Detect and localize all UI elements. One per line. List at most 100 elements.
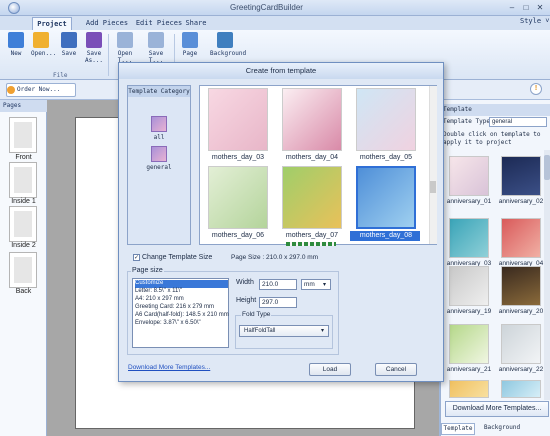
file-group-label: File [53,72,68,79]
template-scrollbar-thumb[interactable] [544,155,550,180]
save-disk-icon [61,32,77,48]
tab-share[interactable]: Share [182,17,210,30]
save-as-button[interactable]: Save As... [84,32,104,72]
page-icon [182,32,198,48]
page-size-list[interactable]: Customize Letter: 8.5\" x 11\" A4: 210 x… [132,278,229,348]
pages-header: Pages [0,100,47,112]
template-type-select[interactable]: general [489,117,547,127]
info-icon[interactable]: ! [530,83,542,95]
download-more-templates-button[interactable]: Download More Templates... [445,401,549,417]
maximize-button[interactable]: □ [519,2,533,13]
new-label: New [10,50,22,57]
template-thumbnail[interactable] [501,266,541,306]
template-label-selected: mothers_day_08 [359,232,413,239]
template-thumbnail[interactable] [501,156,541,196]
page-label-inside-1: Inside 1 [11,198,36,205]
width-label: Width [236,279,254,286]
order-now-button[interactable]: Order Now... [6,83,76,97]
template-grid-scrollbar-thumb[interactable] [430,181,436,193]
minimize-button[interactable]: – [505,2,519,13]
height-label: Height [236,297,257,304]
template-type-label: Template Type [443,118,490,125]
template-thumbnail[interactable] [449,156,489,196]
page-size-info: Page Size : 210.0 x 297.0 mm [231,254,319,261]
size-option-envelope[interactable]: Envelope: 3.87\" x 6.50\" [135,320,228,328]
category-all-label[interactable]: all [128,134,190,141]
size-option-a4[interactable]: A4: 210 x 297 mm [135,296,228,304]
template-label: mothers_day_05 [359,154,413,161]
template-thumbnail-mothers-day-04[interactable] [282,88,342,151]
ribbon-tabs: Project Add Pieces Edit Pieces Share [0,16,550,30]
template-label: anniversary_01 [446,198,492,205]
background-icon [217,32,233,48]
template-thumbnail[interactable] [449,218,489,258]
page-thumbnail-front[interactable] [9,117,37,153]
change-template-size-label: Change Template Size [142,254,213,261]
tab-edit-pieces[interactable]: Edit Pieces [128,17,190,30]
template-scrollbar[interactable] [544,150,550,400]
change-template-size-checkbox[interactable]: ✓ [133,254,140,261]
create-from-template-dialog: Create from template Template Category a… [118,62,444,382]
size-option-greeting-card[interactable]: Greeting Card: 216 x 279 mm [135,304,228,312]
new-button[interactable]: New [6,32,26,72]
open-folder-icon [33,32,49,48]
page-thumbnail-back[interactable] [9,252,37,288]
save-as-icon [86,32,102,48]
cancel-button[interactable]: Cancel [375,363,417,376]
template-thumbnail-mothers-day-03[interactable] [208,88,268,151]
ribbon-separator [108,34,109,76]
size-option-letter[interactable]: Letter: 8.5\" x 11\" [135,288,228,296]
width-input[interactable]: 210.0 [259,279,297,290]
page-label-front: Front [15,154,32,161]
size-option-customize[interactable]: Customize [135,280,228,288]
page-thumbnail-inside-1[interactable] [9,162,37,198]
template-thumbnail-mothers-day-05[interactable] [356,88,416,151]
style-menu[interactable]: Style ˅ [520,17,550,26]
template-thumbnail[interactable] [501,380,541,398]
template-thumbnail-mothers-day-08[interactable] [356,166,416,229]
app-logo-icon [8,2,20,14]
close-button[interactable]: ✕ [533,2,547,13]
template-category-list: Template Category all general [127,85,191,245]
template-label: mothers_day_03 [211,154,265,161]
page-label-inside-2: Inside 2 [11,242,36,249]
template-label: anniversary_22 [498,366,544,373]
category-all-icon[interactable] [151,116,167,132]
size-option-a6-card[interactable]: A6 Card(half-fold): 148.5 x 210 mm [135,312,229,320]
template-label: mothers_day_07 [285,232,339,239]
template-thumbnail[interactable] [449,380,489,398]
fold-type-legend: Fold Type [241,311,272,318]
template-thumbnail[interactable] [449,324,489,364]
category-general-label[interactable]: general [128,164,190,171]
page-thumbnail-inside-2[interactable] [9,206,37,242]
save-button[interactable]: Save [59,32,79,72]
download-more-templates-link[interactable]: Download More Templates... [128,364,210,371]
template-thumbnail-partial[interactable] [286,242,336,246]
background-label: Background [210,50,247,57]
title-bar: GreetingCardBuilder – □ ✕ [0,0,550,16]
load-button[interactable]: Load [309,363,351,376]
tab-project[interactable]: Project [32,17,72,30]
template-thumbnail[interactable] [501,218,541,258]
template-thumbnail[interactable] [501,324,541,364]
category-general-icon[interactable] [151,146,167,162]
open-button[interactable]: Open... [31,32,56,72]
open-template-icon [117,32,133,48]
unit-select[interactable]: mm [301,279,331,290]
template-thumbnail-mothers-day-06[interactable] [208,166,268,229]
template-grid-scrollbar[interactable] [429,86,437,244]
tab-template[interactable]: Template [441,423,475,435]
pages-panel: Pages Front Inside 1 Inside 2 Back [0,100,47,436]
dialog-title: Create from template [119,63,443,79]
template-hint: Double click on template to apply it to … [443,131,541,146]
page-label-back: Back [15,288,32,295]
template-label: mothers_day_06 [211,232,265,239]
template-thumbnail-mothers-day-07[interactable] [282,166,342,229]
tab-background[interactable]: Background [477,423,527,435]
template-label: mothers_day_04 [285,154,339,161]
window-title: GreetingCardBuilder [230,3,303,12]
height-input[interactable]: 297.0 [259,297,297,308]
category-header: Template Category [128,86,190,97]
template-thumbnail[interactable] [449,266,489,306]
fold-type-select[interactable]: HalfFoldTall [239,325,329,337]
